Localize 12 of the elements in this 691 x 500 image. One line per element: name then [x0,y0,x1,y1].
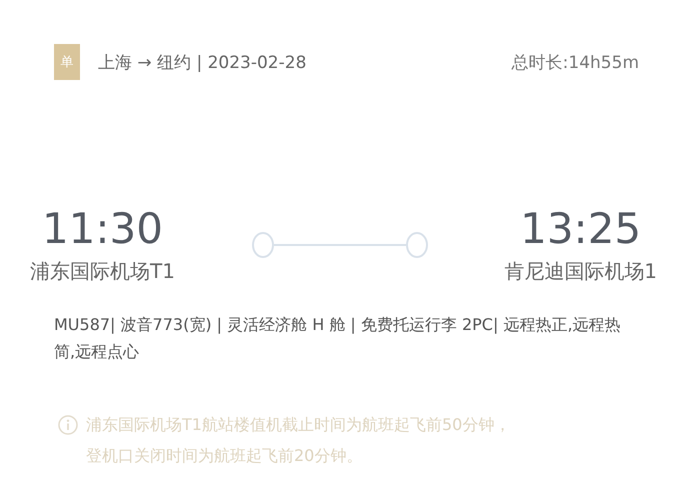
departure-airport: 浦东国际机场T1 [30,258,175,285]
notice-text: 登机口关闭时间为航班起飞前20分钟。 [86,445,364,467]
one-way-badge: 单 [54,44,80,80]
notice-text: 浦东国际机场T1航站楼值机截止时间为航班起飞前50分钟， [86,414,510,436]
route-date: 上海 → 纽约 | 2023-02-28 [98,52,306,74]
arrival-airport: 肯尼迪国际机场1 [504,258,657,285]
info-icon [58,415,78,435]
departure-time: 11:30 [42,204,163,254]
total-duration: 总时长:14h55m [512,52,639,74]
arrival-time: 13:25 [520,204,642,254]
flight-details: MU587| 波音773(宽) | 灵活经济舱 H 舱 | 免费托运行李 2PC| 远程热正,远程热简,远程点心 [54,314,622,363]
flight-path-icon [252,231,428,259]
